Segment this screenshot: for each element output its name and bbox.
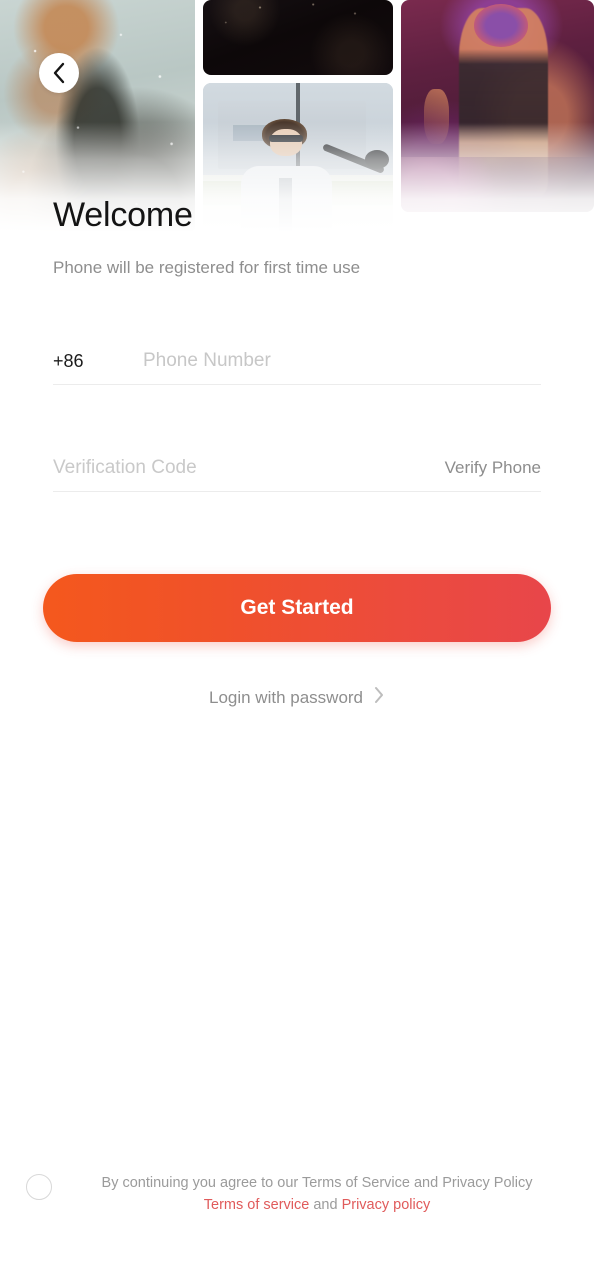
chevron-left-icon bbox=[51, 62, 67, 84]
terms-conjunction: and bbox=[309, 1197, 342, 1214]
photo-column-right bbox=[401, 0, 594, 232]
terms-text-block: By continuing you agree to our Terms of … bbox=[66, 1172, 568, 1217]
verification-code-field-group: Verification Code Verify Phone bbox=[53, 445, 541, 492]
verify-phone-button[interactable]: Verify Phone bbox=[445, 458, 541, 478]
verification-code-input[interactable]: Verification Code bbox=[53, 457, 445, 479]
phone-field-divider bbox=[53, 384, 541, 385]
verification-field-divider bbox=[53, 491, 541, 492]
privacy-policy-link[interactable]: Privacy policy bbox=[342, 1197, 431, 1213]
login-with-password-link[interactable]: Login with password bbox=[0, 686, 594, 709]
photo-concert-night-dark bbox=[203, 0, 393, 75]
login-with-password-label: Login with password bbox=[208, 687, 364, 707]
terms-links-row: Terms of service and Privacy policy bbox=[66, 1194, 568, 1216]
photo-daylight-singer-sunglasses bbox=[203, 83, 393, 232]
page-subtitle: Phone will be registered for first time … bbox=[53, 258, 361, 277]
terms-checkbox[interactable] bbox=[26, 1174, 52, 1200]
country-code-selector[interactable]: +86 bbox=[53, 351, 143, 372]
photo-stage-purple-performer-crowd bbox=[401, 0, 594, 212]
photo-column-middle bbox=[203, 0, 393, 232]
terms-of-service-link[interactable]: Terms of service bbox=[204, 1197, 310, 1213]
chevron-right-icon bbox=[373, 686, 385, 709]
welcome-screen: Welcome Phone will be registered for fir… bbox=[0, 0, 594, 1280]
phone-field-group: +86 Phone Number bbox=[53, 338, 541, 385]
terms-agreement: By continuing you agree to our Terms of … bbox=[0, 1172, 594, 1217]
back-button[interactable] bbox=[39, 53, 79, 93]
phone-number-input[interactable]: Phone Number bbox=[143, 350, 541, 372]
terms-statement: By continuing you agree to our Terms of … bbox=[101, 1175, 533, 1191]
page-title: Welcome bbox=[53, 196, 193, 234]
get-started-button[interactable]: Get Started bbox=[43, 574, 551, 642]
